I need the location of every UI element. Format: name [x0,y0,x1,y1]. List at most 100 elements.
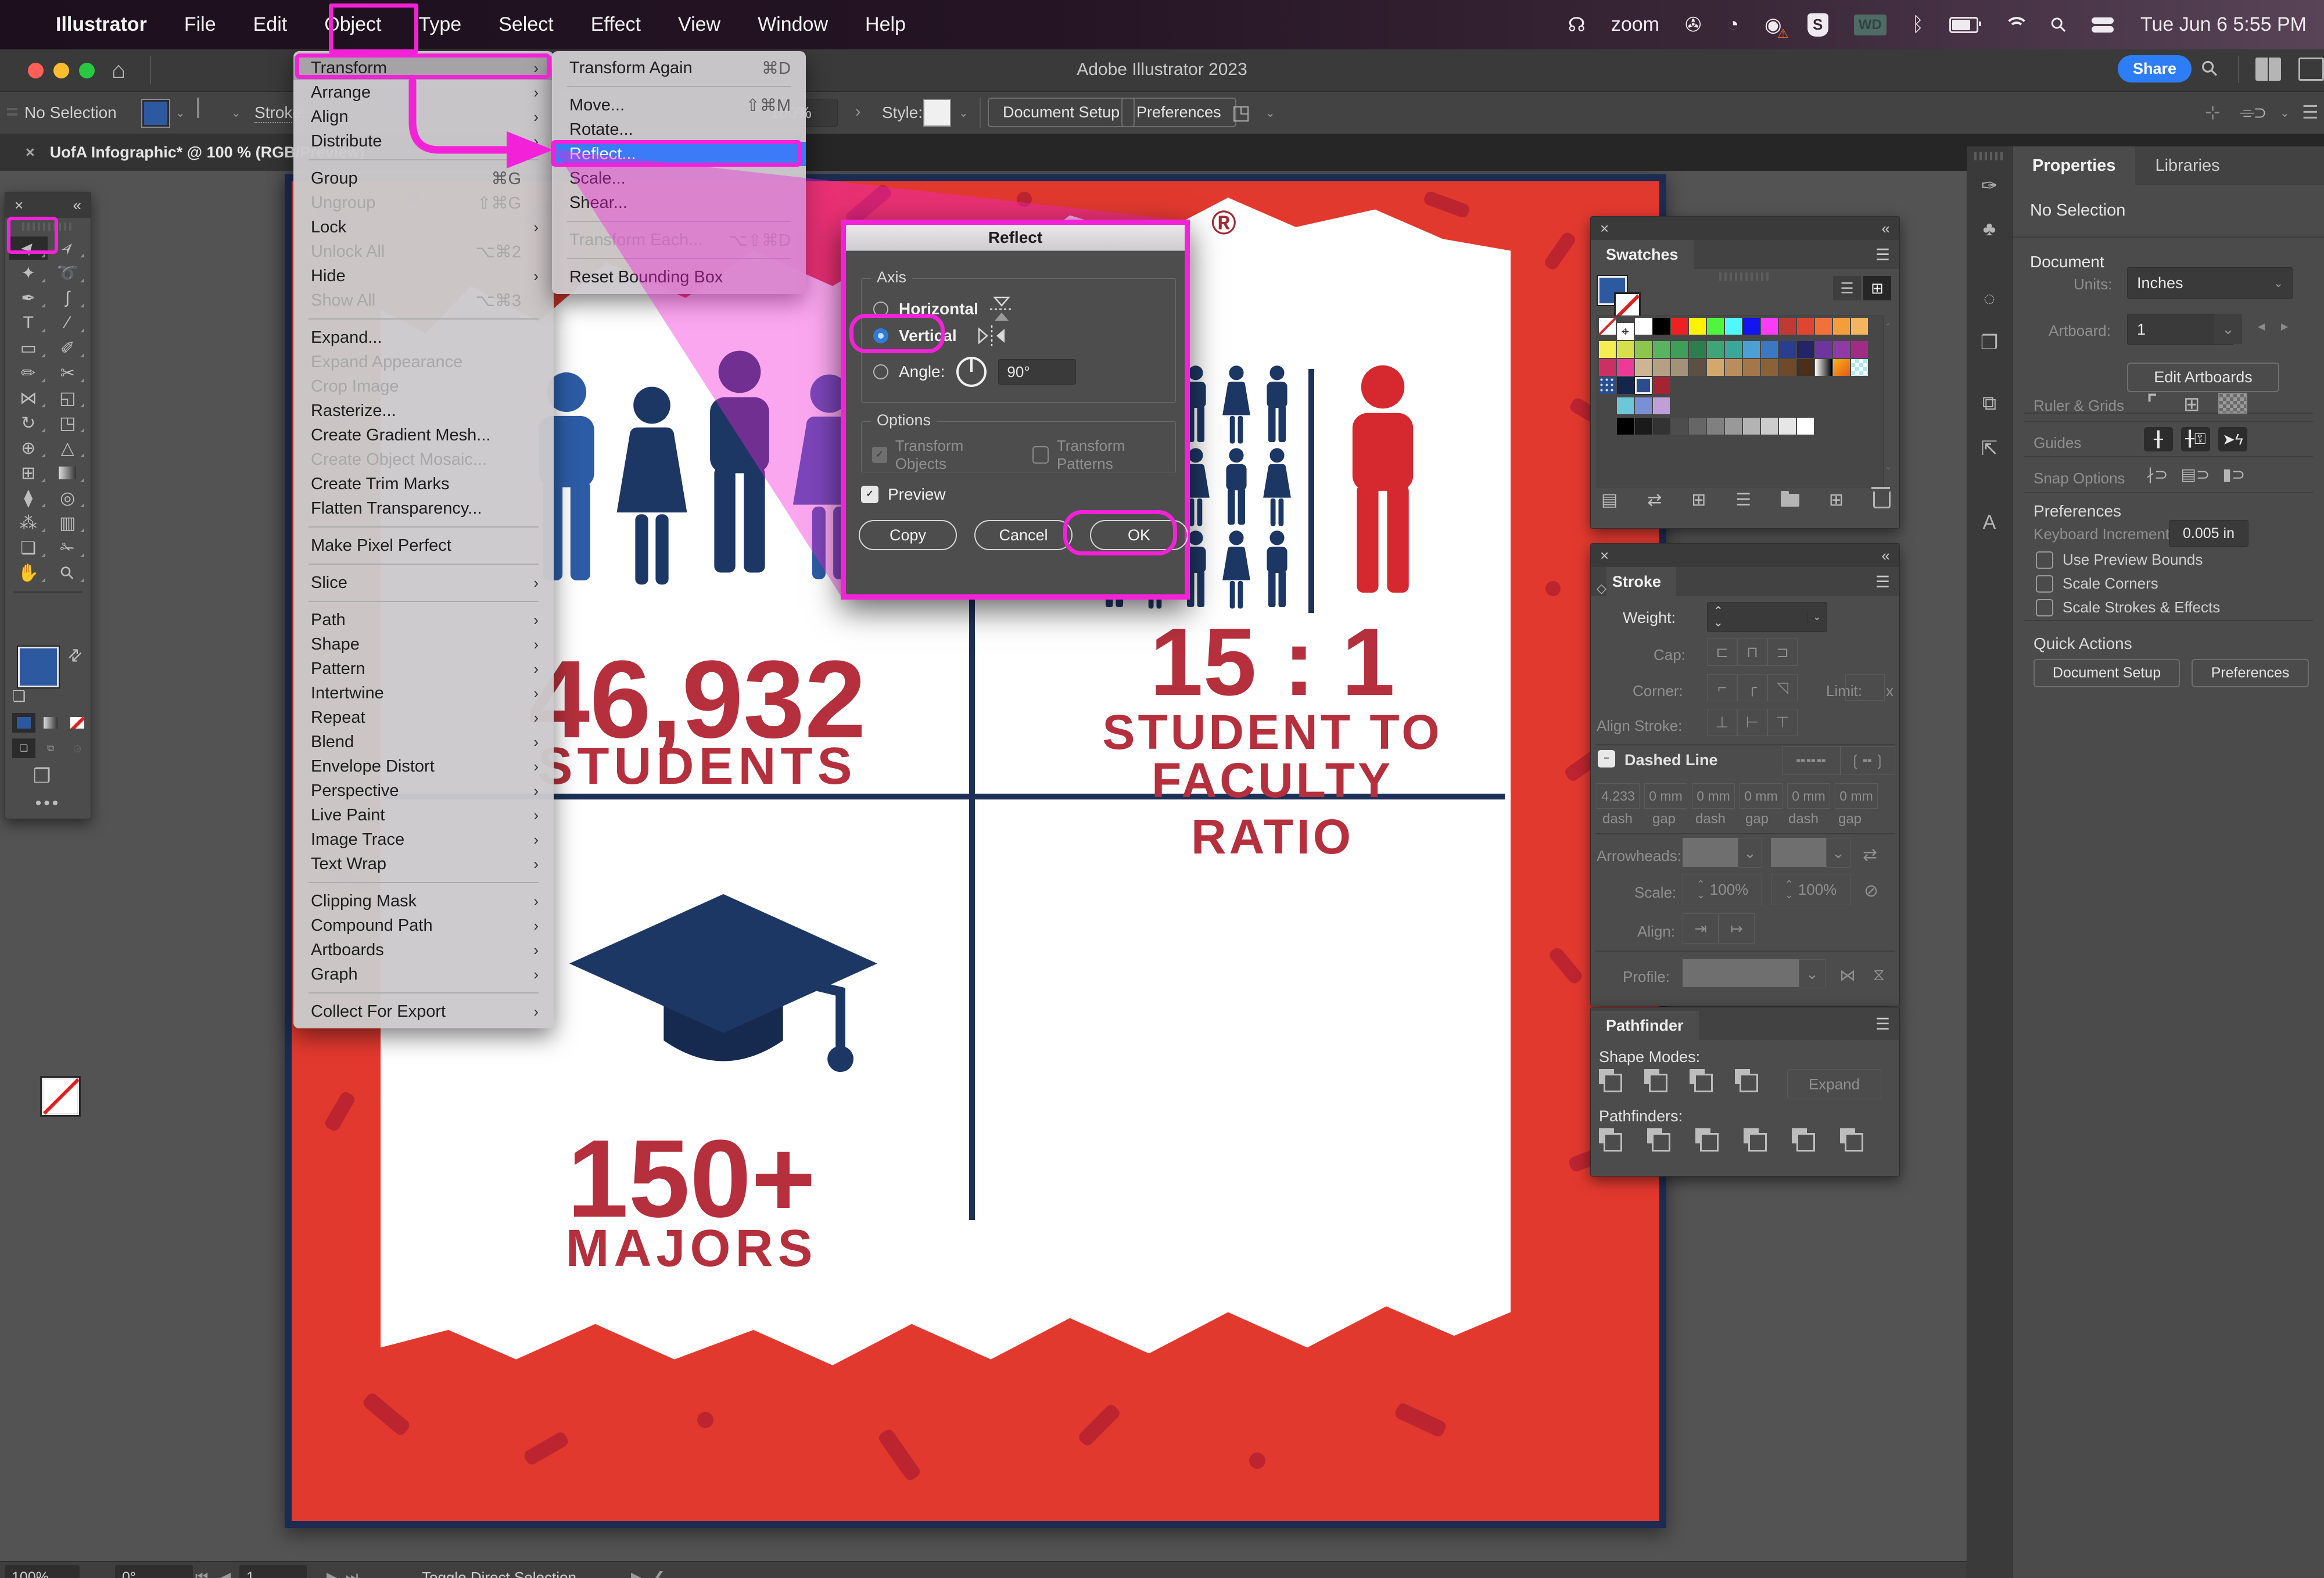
swatch[interactable] [1797,359,1814,376]
show-guides-icon[interactable]: ╂ [2144,427,2173,451]
close-tab-icon[interactable]: × [0,144,50,162]
swatch[interactable] [1599,341,1616,358]
swatch-options-icon[interactable]: ☰ [1735,490,1751,510]
swatch[interactable] [1725,418,1742,435]
limit-field[interactable] [1845,674,1885,701]
close-panel-icon[interactable]: × [1600,547,1609,565]
align-stroke-button[interactable]: ⊥ [1707,709,1737,736]
trim-icon[interactable] [1647,1128,1670,1152]
align-arrow-button[interactable]: ↦ [1719,913,1755,944]
swatch[interactable] [1833,318,1850,335]
menu-item[interactable]: Shape › [293,632,554,657]
swatch[interactable] [1743,418,1760,435]
dash-field[interactable]: 0 mm [1835,783,1878,809]
cap-button[interactable]: ⊏ [1707,639,1737,666]
artboard-tool[interactable]: ❏ [9,536,48,560]
app-menu[interactable]: Illustrator [37,0,166,49]
swatch[interactable] [1761,359,1778,376]
swatch[interactable] [1779,341,1796,358]
swatch[interactable] [1635,341,1652,358]
swatch[interactable] [1653,341,1670,358]
submenu-item[interactable]: Scale... [552,166,806,191]
swatch[interactable] [1761,318,1778,335]
menu-item[interactable]: Live Paint › [293,803,554,827]
horizontal-label[interactable]: Horizontal [899,300,978,318]
dash-align-button[interactable]: ❲╍❳ [1841,746,1895,775]
mesh-tool[interactable]: ⊞ [9,461,48,485]
menu-item[interactable]: Group ⌘G [293,166,554,191]
align-stroke-button[interactable]: ⊢ [1737,709,1767,736]
rotation-field[interactable]: 0°⌄ [115,1565,193,1578]
snap-icon[interactable]: ▮⊃ [2222,465,2245,484]
chevron-down-icon[interactable]: ⌄ [2214,314,2242,344]
scale-start-field[interactable]: ⌃⌄100% [1683,874,1762,905]
tourbox-icon[interactable]: ✇ [1685,13,1702,37]
link-scale-icon[interactable]: ⊘ [1864,881,1878,901]
menu-edit[interactable]: Edit [235,0,306,49]
vertical-label[interactable]: Vertical [899,327,957,345]
menu-item[interactable]: Crop Image [293,374,554,399]
intersect-icon[interactable] [1690,1069,1713,1092]
menu-icon[interactable]: ☰ [2302,101,2319,123]
swatch[interactable] [1779,359,1796,376]
menu-item[interactable]: Clipping Mask › [293,889,554,913]
swatch-libraries-icon[interactable]: ▤ [1601,490,1618,510]
dash-field[interactable]: 0 mm [1692,783,1735,809]
dash-field[interactable]: 0 mm [1787,783,1830,809]
align-arrow-button[interactable]: ⇥ [1683,913,1719,944]
menu-help[interactable]: Help [847,0,924,49]
checkbox[interactable] [2036,575,2053,593]
quick-document-setup-button[interactable]: Document Setup [2033,659,2180,687]
fill-color-well[interactable] [18,647,59,687]
sophos-shield-icon[interactable]: S [1807,13,1828,37]
angle-dial[interactable] [955,356,988,388]
ellipse-panel-icon[interactable]: ◌ [1967,288,2012,310]
menu-item[interactable]: Hide › [293,264,554,288]
checkbox[interactable] [2036,599,2053,616]
panel-menu-icon[interactable]: ☰ [1875,572,1890,591]
swatch[interactable] [1689,318,1706,335]
divide-icon[interactable] [1599,1128,1622,1152]
menu-item[interactable]: Text Wrap › [293,852,554,876]
chevron-down-icon[interactable]: ⌄ [1799,959,1826,988]
menu-item[interactable]: Align › [293,105,554,129]
submenu-item[interactable]: Reset Bounding Box [552,265,806,289]
arrowhead-end-swatch[interactable] [1771,838,1826,867]
smart-guides-icon[interactable]: ➤ϟ [2218,427,2247,451]
chevron-down-icon[interactable]: ⌄ [959,106,969,120]
swatch[interactable] [1635,318,1652,335]
creative-cloud-warning-icon[interactable]: ◉ [1764,13,1782,37]
selection-tool[interactable]: ➤ [9,236,48,260]
collapse-panel-icon[interactable]: « [1882,547,1890,565]
swatch[interactable] [1797,341,1814,358]
dash-field[interactable]: 4.233 [1597,783,1640,809]
menu-item[interactable]: Create Object Mosaic... [293,447,554,472]
none-mode-button[interactable] [66,713,89,733]
swap-arrowheads-icon[interactable]: ⇄ [1863,845,1877,865]
swatch[interactable] [1707,359,1724,376]
collapse-panel-icon[interactable]: « [1882,220,1890,238]
submenu-item[interactable]: Transform Each... ⌥⇧⌘D [552,228,806,252]
new-swatch-icon[interactable]: ⊞ [1829,490,1844,510]
dash-field[interactable]: 0 mm [1740,783,1783,809]
swatch[interactable] [1671,359,1688,376]
transform-preview-icon[interactable]: ◳ [1232,101,1250,124]
scale-end-field[interactable]: ⌃⌄100% [1771,874,1850,905]
submenu-item[interactable]: Transform Again ⌘D [552,56,806,80]
drag-grip[interactable] [7,108,17,119]
corner-button[interactable]: ⌐ [1707,674,1737,701]
menu-item[interactable]: Flatten Transparency... [293,496,554,521]
copy-button[interactable]: Copy [859,520,957,550]
workspace-layout-icon[interactable] [2255,58,2281,81]
character-styles-panel-icon[interactable]: A [1967,511,2012,534]
tab-properties[interactable]: Properties [2013,146,2135,185]
swatch[interactable] [1743,359,1760,376]
menu-item[interactable]: Repeat › [293,705,554,730]
minus-back-icon[interactable] [1840,1128,1863,1152]
menu-item[interactable]: Compound Path › [293,913,554,938]
menu-item[interactable]: Arrange › [293,80,554,105]
swatch[interactable] [1653,318,1670,335]
menu-item[interactable]: Image Trace › [293,827,554,852]
next-artboard-icon[interactable]: ▶ [327,1569,338,1578]
menu-item[interactable]: Envelope Distort › [293,754,554,779]
